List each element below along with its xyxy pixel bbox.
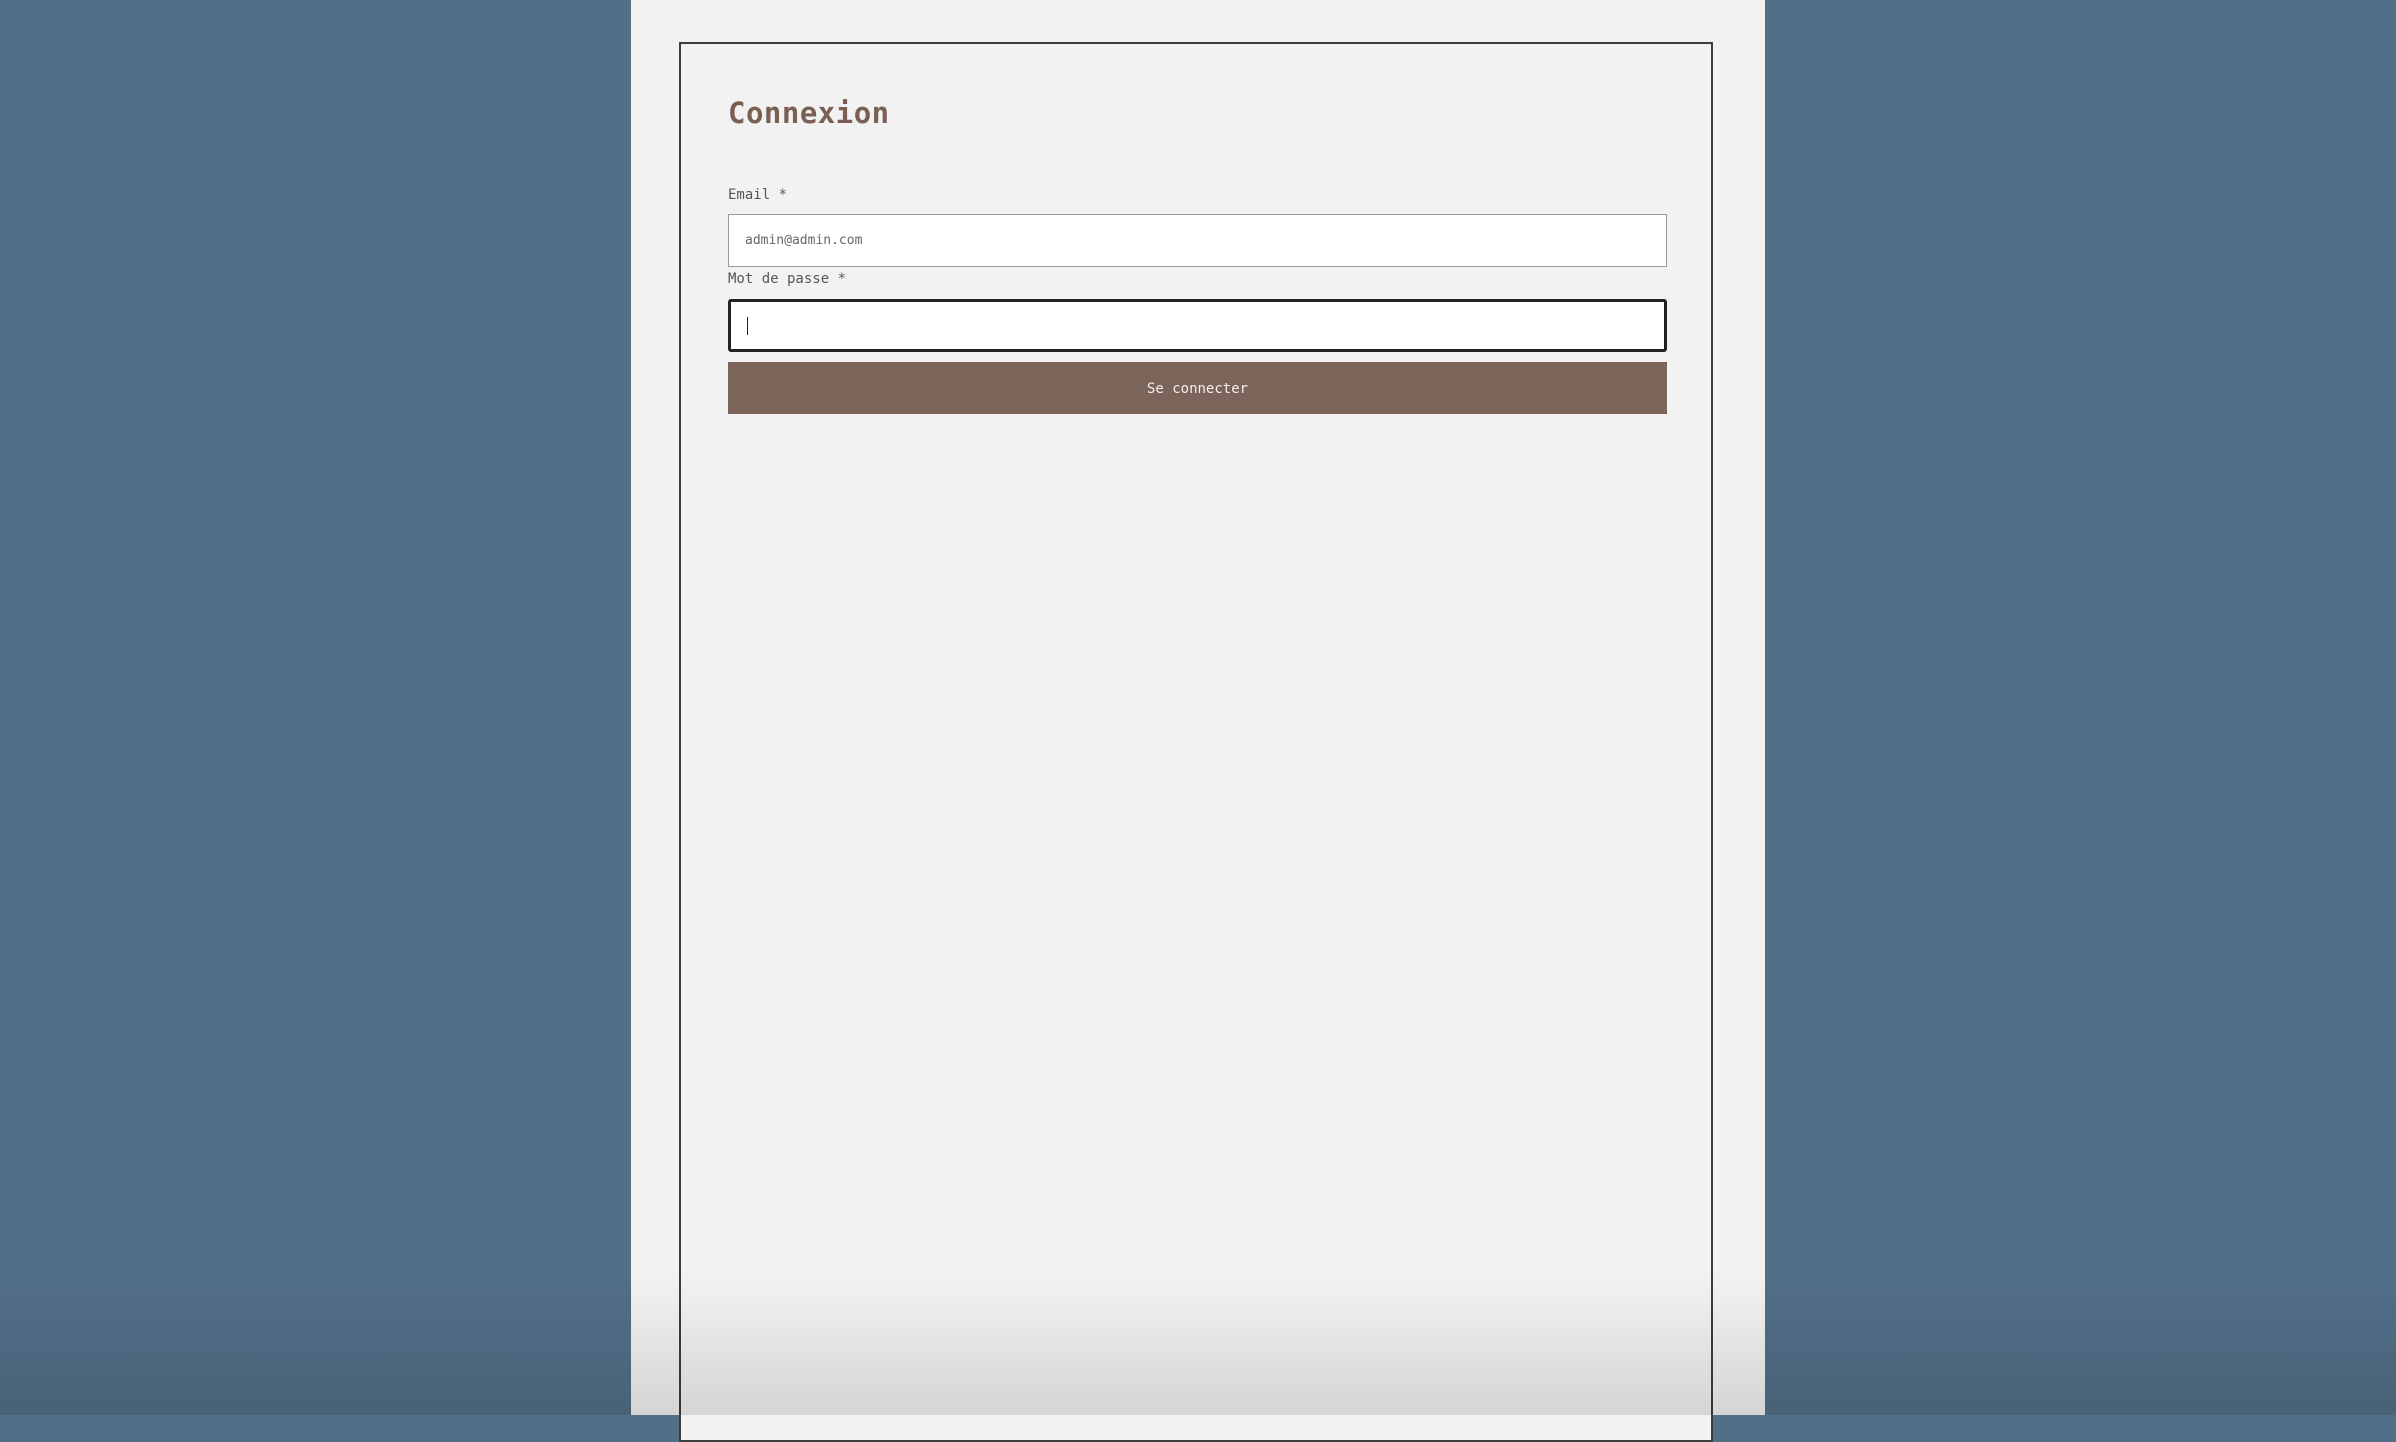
password-label: Mot de passe * — [728, 271, 846, 287]
page-title: Connexion — [728, 96, 890, 130]
page-column: Connexion Email * Mot de passe * Se conn… — [631, 0, 1765, 1415]
text-caret — [747, 317, 748, 335]
login-form: Connexion Email * Mot de passe * Se conn… — [679, 42, 1713, 1442]
email-field[interactable] — [728, 214, 1667, 267]
login-button[interactable]: Se connecter — [728, 362, 1667, 414]
password-field[interactable] — [728, 299, 1667, 352]
email-label: Email * — [728, 187, 787, 203]
